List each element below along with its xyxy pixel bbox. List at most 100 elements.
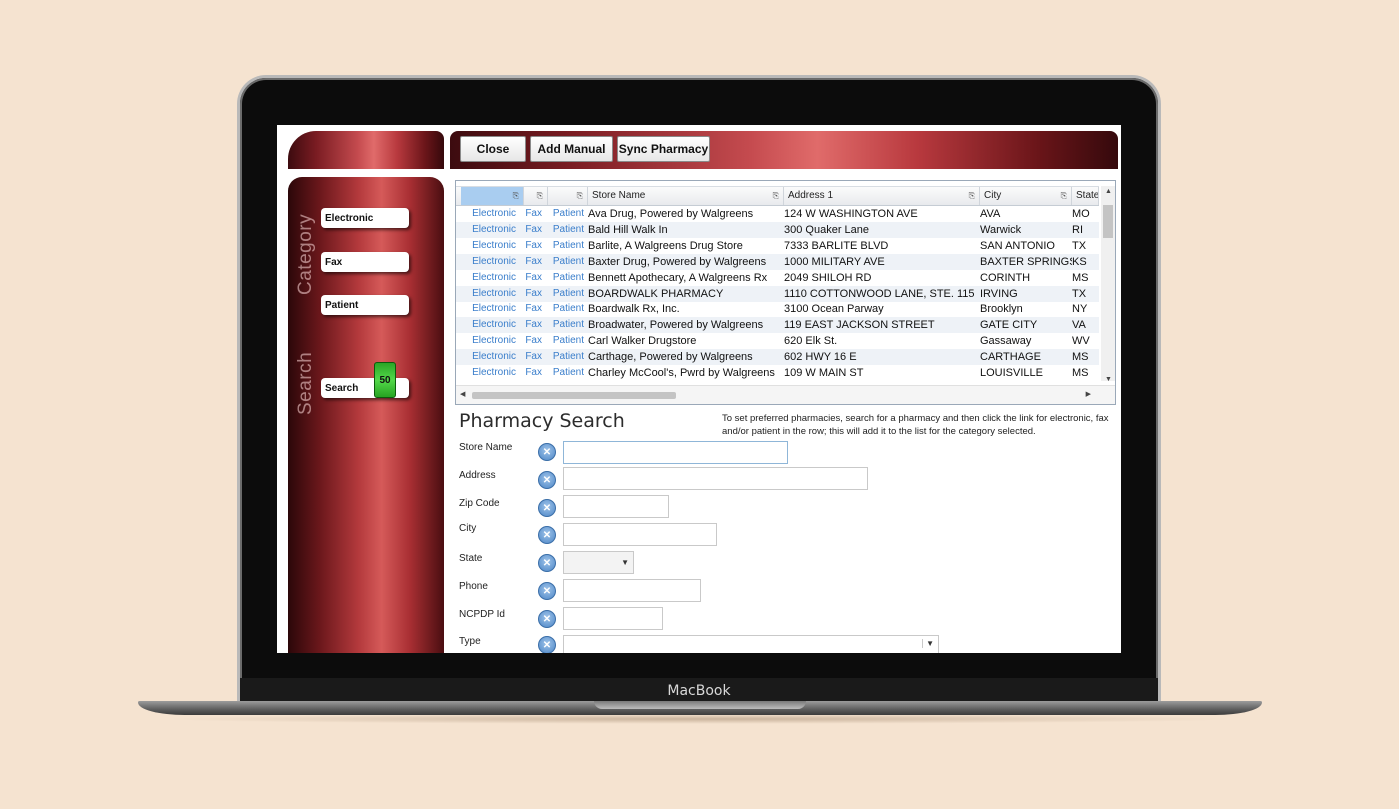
form-title: Pharmacy Search xyxy=(459,410,625,432)
electronic-link[interactable]: Electronic xyxy=(461,254,516,270)
clear-zip-code-icon[interactable]: ✕ xyxy=(538,499,556,517)
patient-link[interactable]: Patient xyxy=(542,317,584,333)
patient-link[interactable]: Patient xyxy=(542,349,584,365)
scroll-right-icon[interactable]: ▶ xyxy=(1086,390,1091,398)
vertical-scroll-thumb[interactable] xyxy=(1103,205,1113,238)
patient-link[interactable]: Patient xyxy=(542,286,584,302)
electronic-link[interactable]: Electronic xyxy=(461,301,516,317)
patient-link[interactable]: Patient xyxy=(542,206,584,222)
close-button[interactable]: Close xyxy=(460,136,526,162)
zip-code-input[interactable] xyxy=(563,495,669,518)
scroll-down-icon[interactable]: ▼ xyxy=(1105,376,1112,383)
fax-link[interactable]: Fax xyxy=(516,206,542,222)
store-name-cell: Ava Drug, Powered by Walgreens xyxy=(588,208,754,220)
electronic-link[interactable]: Electronic xyxy=(461,222,516,238)
horizontal-scrollbar[interactable]: ◀ ▶ xyxy=(456,385,1115,404)
city-cell: LOUISVILLE xyxy=(980,367,1043,379)
pin-icon[interactable]: ⎘ xyxy=(513,187,519,205)
scroll-left-icon[interactable]: ◀ xyxy=(460,390,465,398)
fax-link[interactable]: Fax xyxy=(516,349,542,365)
column-header-patient[interactable]: ⎘ xyxy=(548,187,588,205)
help-text: To set preferred pharmacies, search for … xyxy=(722,413,1109,437)
state-cell: MS xyxy=(1072,271,1089,284)
state-select[interactable]: ▼ xyxy=(563,551,634,574)
column-header-address1[interactable]: Address 1 ⎘ xyxy=(784,187,980,205)
fax-link[interactable]: Fax xyxy=(516,365,542,381)
clear-type-icon[interactable]: ✕ xyxy=(538,636,556,653)
electronic-link[interactable]: Electronic xyxy=(461,286,516,302)
column-header-electronic[interactable]: ⎘ xyxy=(461,187,524,205)
electronic-link[interactable]: Electronic xyxy=(461,365,516,381)
city-input[interactable] xyxy=(563,523,717,546)
pin-icon[interactable]: ⎘ xyxy=(537,187,543,205)
pin-icon[interactable]: ⎘ xyxy=(969,187,975,205)
electronic-link[interactable]: Electronic xyxy=(461,349,516,365)
patient-link[interactable]: Patient xyxy=(542,222,584,238)
electronic-link[interactable]: Electronic xyxy=(461,317,516,333)
fax-link[interactable]: Fax xyxy=(516,254,542,270)
category-patient-button[interactable]: Patient xyxy=(321,295,409,315)
address-cell: 109 W MAIN ST xyxy=(784,367,864,379)
table-row: Electronic Fax Patient Barlite, A Walgreens… xyxy=(456,238,1099,254)
patient-link[interactable]: Patient xyxy=(542,254,584,270)
pin-icon[interactable]: ⎘ xyxy=(577,187,583,205)
vertical-scrollbar[interactable]: ▲ ▼ xyxy=(1101,186,1115,383)
type-select[interactable]: ▼ xyxy=(563,635,939,653)
fax-link[interactable]: Fax xyxy=(516,270,542,286)
electronic-link[interactable]: Electronic xyxy=(461,333,516,349)
address-cell: 3100 Ocean Parway xyxy=(784,303,884,316)
address-cell: 1000 MILITARY AVE xyxy=(784,255,885,268)
state-cell: VA xyxy=(1072,319,1086,332)
city-cell: BAXTER SPRINGS xyxy=(980,255,1072,268)
clear-ncpdp-id-icon[interactable]: ✕ xyxy=(538,610,556,628)
column-header-city[interactable]: City ⎘ xyxy=(980,187,1072,205)
clear-phone-icon[interactable]: ✕ xyxy=(538,582,556,600)
fax-link[interactable]: Fax xyxy=(516,238,542,254)
address-input[interactable] xyxy=(563,467,868,490)
address-label: Address xyxy=(459,470,496,481)
fax-link[interactable]: Fax xyxy=(516,333,542,349)
add-manual-button[interactable]: Add Manual xyxy=(530,136,613,162)
fax-link[interactable]: Fax xyxy=(516,286,542,302)
patient-link[interactable]: Patient xyxy=(542,301,584,317)
address-cell: 2049 SHILOH RD xyxy=(784,271,872,284)
type-label: Type xyxy=(459,636,481,647)
horizontal-scroll-thumb[interactable] xyxy=(472,392,676,399)
store-name-cell: Bald Hill Walk In xyxy=(588,223,668,236)
pin-icon[interactable]: ⎘ xyxy=(1061,187,1067,205)
column-header-store-name[interactable]: Store Name ⎘ xyxy=(588,187,784,205)
store-name-cell: Charley McCool's, Pwrd by Walgreens xyxy=(588,367,775,379)
city-cell: CARTHAGE xyxy=(980,351,1041,364)
fax-link[interactable]: Fax xyxy=(516,222,542,238)
scroll-up-icon[interactable]: ▲ xyxy=(1105,188,1112,195)
category-section-label: Category xyxy=(295,213,316,295)
category-fax-button[interactable]: Fax xyxy=(321,252,409,272)
patient-link[interactable]: Patient xyxy=(542,238,584,254)
electronic-link[interactable]: Electronic xyxy=(461,270,516,286)
patient-link[interactable]: Patient xyxy=(542,270,584,286)
ncpdp-id-input[interactable] xyxy=(563,607,663,630)
state-cell: MS xyxy=(1072,367,1089,379)
fax-link[interactable]: Fax xyxy=(516,317,542,333)
city-cell: CORINTH xyxy=(980,271,1031,284)
column-header-fax[interactable]: ⎘ xyxy=(524,187,548,205)
clear-address-icon[interactable]: ✕ xyxy=(538,471,556,489)
phone-input[interactable] xyxy=(563,579,701,602)
clear-state-icon[interactable]: ✕ xyxy=(538,554,556,572)
pin-icon[interactable]: ⎘ xyxy=(773,187,779,205)
fax-link[interactable]: Fax xyxy=(516,301,542,317)
category-electronic-button[interactable]: Electronic xyxy=(321,208,409,228)
table-row: Electronic Fax Patient Carl Walker Drugstor… xyxy=(456,333,1099,349)
store-name-input[interactable] xyxy=(563,441,788,464)
electronic-link[interactable]: Electronic xyxy=(461,206,516,222)
patient-link[interactable]: Patient xyxy=(542,333,584,349)
sync-pharmacy-button[interactable]: Sync Pharmacy xyxy=(617,136,710,162)
clear-city-icon[interactable]: ✕ xyxy=(538,526,556,544)
state-cell: WV xyxy=(1072,335,1090,348)
clear-store-name-icon[interactable]: ✕ xyxy=(538,443,556,461)
patient-link[interactable]: Patient xyxy=(542,365,584,381)
address-cell: 1110 COTTONWOOD LANE, STE. 115 xyxy=(784,287,975,300)
city-cell: AVA xyxy=(980,208,1001,220)
column-header-state[interactable]: State xyxy=(1072,187,1099,205)
electronic-link[interactable]: Electronic xyxy=(461,238,516,254)
